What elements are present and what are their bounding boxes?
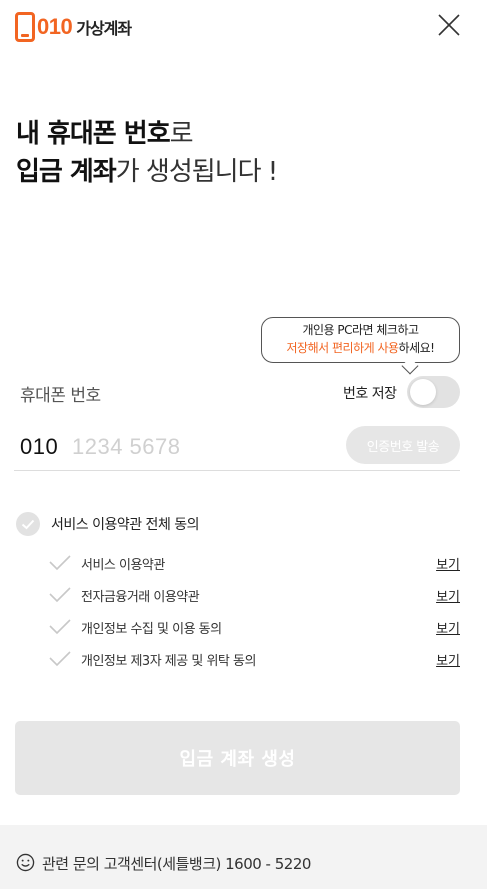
check-icon xyxy=(49,587,71,603)
send-verification-button[interactable]: 인증번호 발송 xyxy=(346,426,460,464)
headline-line-1: 내 휴대폰 번호로 xyxy=(16,115,277,153)
footer: 관련 문의 고객센터(세틀뱅크) 1600 - 5220 xyxy=(0,825,487,889)
smile-icon xyxy=(16,853,35,872)
term-item-efinance[interactable]: 전자금융거래 이용약관 보기 xyxy=(48,583,460,615)
toggle-knob xyxy=(410,379,436,405)
view-link[interactable]: 보기 xyxy=(436,586,460,605)
logo-digits: 010 xyxy=(37,14,73,39)
headline-bold-1: 내 휴대폰 번호 xyxy=(16,119,171,149)
check-icon xyxy=(49,619,71,635)
phone-input-row: 010 인증번호 발송 xyxy=(14,425,460,471)
view-link[interactable]: 보기 xyxy=(436,554,460,573)
agree-all-checkbox[interactable]: 서비스 이용약관 전체 동의 xyxy=(16,512,200,536)
save-number-toggle[interactable] xyxy=(407,376,460,408)
phone-prefix: 010 xyxy=(20,434,59,459)
headline-light-2: 가 생성됩니다 ! xyxy=(115,157,278,187)
check-circle xyxy=(16,512,40,536)
term-label: 개인정보 수집 및 이용 동의 xyxy=(81,622,222,637)
term-label: 개인정보 제3자 제공 및 위탁 동의 xyxy=(81,654,256,669)
headline-bold-2: 입금 계좌 xyxy=(16,157,117,187)
terms-list: 서비스 이용약관 보기 전자금융거래 이용약관 보기 개인정보 수집 및 이용 … xyxy=(48,551,460,679)
customer-center-text: 관련 문의 고객센터(세틀뱅크) 1600 - 5220 xyxy=(42,855,311,873)
save-tooltip: 개인용 PC라면 체크하고 저장해서 편리하게 사용하세요! xyxy=(261,317,460,375)
term-item-privacy-collect[interactable]: 개인정보 수집 및 이용 동의 보기 xyxy=(48,615,460,647)
logo-text: 가상계좌 xyxy=(76,19,132,38)
tooltip-line-2: 저장해서 편리하게 사용하세요! xyxy=(262,339,459,357)
view-link[interactable]: 보기 xyxy=(436,650,460,669)
phone-number-input[interactable] xyxy=(72,429,342,465)
view-link[interactable]: 보기 xyxy=(436,618,460,637)
close-button[interactable] xyxy=(436,12,462,38)
phone-logo-icon xyxy=(15,12,35,42)
check-icon xyxy=(21,519,35,530)
tooltip-accent-text: 저장해서 편리하게 사용 xyxy=(286,341,400,355)
check-icon xyxy=(49,651,71,667)
create-account-button[interactable]: 입금 계좌 생성 xyxy=(15,721,460,795)
agree-all-label: 서비스 이용약관 전체 동의 xyxy=(51,517,200,533)
headline-light-1: 로 xyxy=(169,119,194,149)
tooltip-line-1: 개인용 PC라면 체크하고 xyxy=(302,323,419,337)
page-title: 내 휴대폰 번호로 입금 계좌가 생성됩니다 ! xyxy=(16,115,278,191)
term-label: 전자금융거래 이용약관 xyxy=(81,590,200,605)
term-label: 서비스 이용약관 xyxy=(81,558,165,573)
check-icon xyxy=(49,555,71,571)
tooltip-tail xyxy=(401,357,419,375)
header: 010 가상계좌 xyxy=(0,0,487,56)
save-number-label: 번호 저장 xyxy=(343,386,397,402)
headline-line-2: 입금 계좌가 생성됩니다 ! xyxy=(16,153,278,191)
close-icon xyxy=(438,14,460,36)
tooltip-rest-text: 하세요! xyxy=(398,341,435,355)
term-item-privacy-third-party[interactable]: 개인정보 제3자 제공 및 위탁 동의 보기 xyxy=(48,647,460,679)
phone-label: 휴대폰 번호 xyxy=(20,386,101,406)
logo: 010 가상계좌 xyxy=(15,12,132,42)
term-item-service[interactable]: 서비스 이용약관 보기 xyxy=(48,551,460,583)
